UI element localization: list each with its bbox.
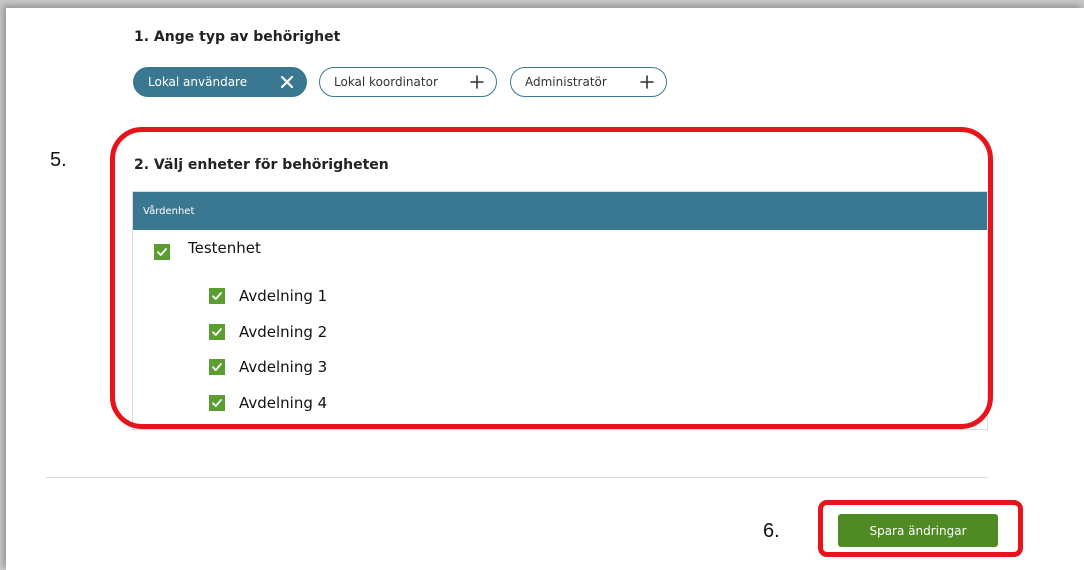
check-icon [157,248,167,256]
unit-label: Testenhet [188,239,261,257]
chip-label: Administratör [525,75,607,89]
check-icon [212,328,222,336]
close-icon[interactable] [280,75,294,89]
chip-administrator[interactable]: Administratör [510,67,667,97]
unit-label: Avdelning 2 [239,323,328,341]
unit-row-testenhet[interactable]: Testenhet [154,239,261,260]
chip-label: Lokal koordinator [334,75,438,89]
plus-icon [470,75,484,89]
unit-label: Avdelning 4 [239,394,328,412]
checkbox-testenhet[interactable] [154,244,170,260]
step-5-annotation: 5. [50,149,67,171]
unit-label: Avdelning 1 [239,287,328,305]
unit-row-avdelning-1[interactable]: Avdelning 1 [209,287,327,305]
check-icon [212,292,222,300]
unit-row-avdelning-4[interactable]: Avdelning 4 [209,394,327,412]
chip-label: Lokal användare [148,75,248,89]
check-icon [212,363,222,371]
unit-label: Avdelning 3 [239,358,328,376]
section1-title: 1. Ange typ av behörighet [134,29,341,45]
checkbox-avdelning-1[interactable] [209,288,225,304]
column-header-vardenhet: Vårdenhet [133,192,987,230]
check-icon [212,399,222,407]
chip-lokal-koordinator[interactable]: Lokal koordinator [319,67,497,97]
section2-title: 2. Välj enheter för behörigheten [134,157,389,173]
checkbox-avdelning-2[interactable] [209,324,225,340]
unit-row-avdelning-2[interactable]: Avdelning 2 [209,323,327,341]
unit-selection-panel: Vårdenhet Testenhet Avdelning 1 Avdelnin… [132,191,988,430]
checkbox-avdelning-4[interactable] [209,395,225,411]
divider [46,477,988,478]
save-changes-button[interactable]: Spara ändringar [838,514,998,547]
step-6-annotation: 6. [763,520,780,542]
plus-icon [640,75,654,89]
unit-row-avdelning-3[interactable]: Avdelning 3 [209,358,327,376]
chip-lokal-anvandare[interactable]: Lokal användare [133,67,307,97]
checkbox-avdelning-3[interactable] [209,359,225,375]
